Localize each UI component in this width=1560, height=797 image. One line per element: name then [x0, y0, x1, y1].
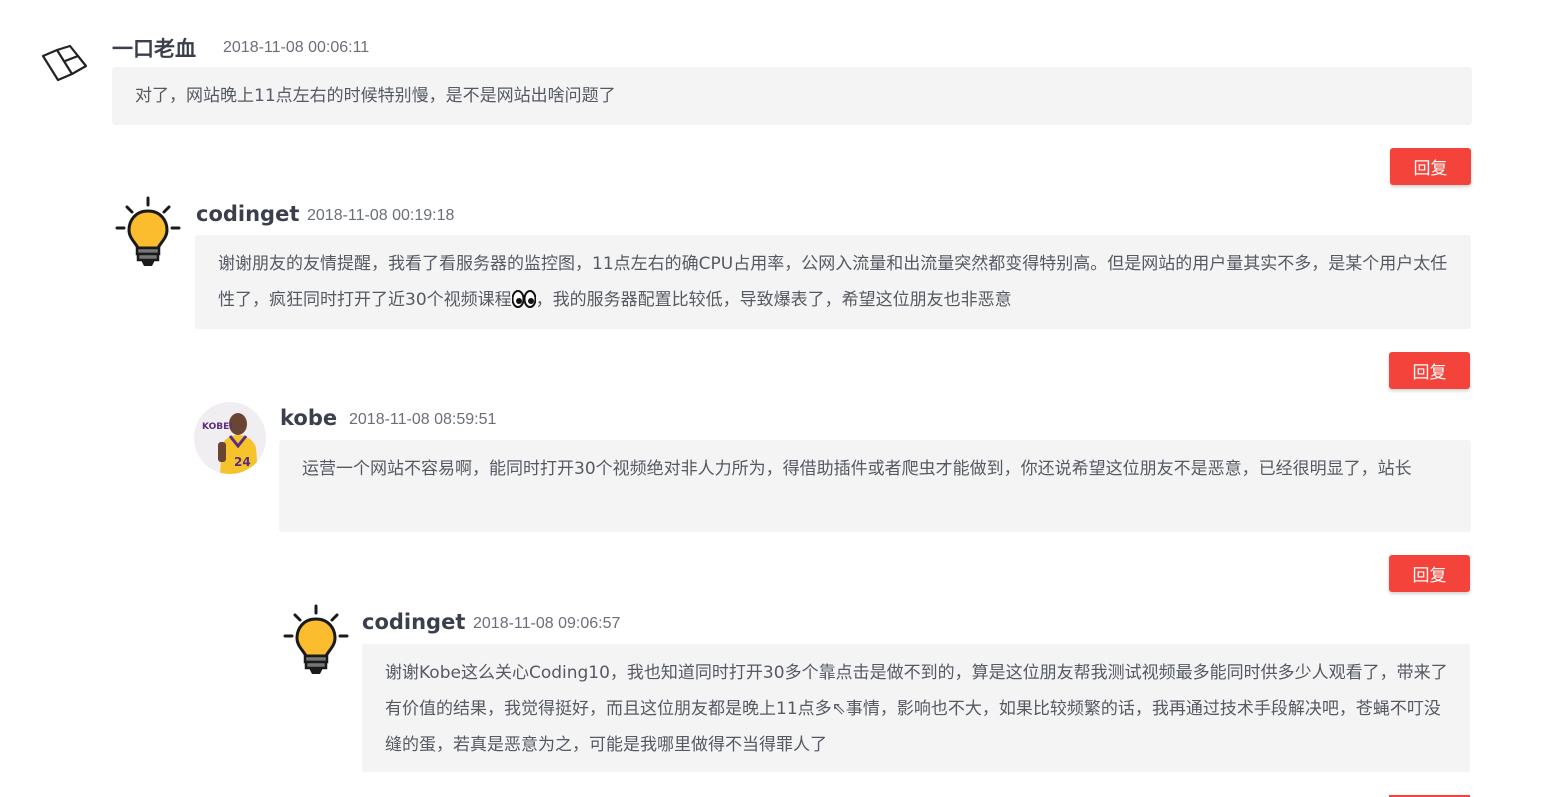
- reply-button[interactable]: 回复: [1389, 555, 1470, 592]
- jersey-number: 24: [234, 455, 251, 469]
- avatar-laravel-logo-icon[interactable]: [40, 44, 90, 84]
- laravel-logo-icon: [41, 44, 88, 82]
- comment-text: 运营一个网站不容易啊，能同时打开30个视频绝对非人力所为，得借助插件或者爬虫才能…: [302, 459, 1412, 479]
- avatar-kobe[interactable]: 24 KOBE!: [194, 402, 266, 474]
- comment-timestamp: 2018-11-08 08:59:51: [349, 411, 497, 428]
- comment-body: 谢谢朋友的友情提醒，我看了看服务器的监控图，11点左右的确CPU占用率，公网入流…: [195, 235, 1471, 329]
- lightbulb-icon: [283, 604, 349, 674]
- comment-body: 运营一个网站不容易啊，能同时打开30个视频绝对非人力所为，得借助插件或者爬虫才能…: [279, 440, 1471, 532]
- comment-author[interactable]: codinget: [362, 610, 465, 634]
- comment-text: 谢谢Kobe这么关心Coding10，我也知道同时打开30多个靠点击是做不到的，…: [385, 663, 1448, 755]
- eyes-emoji-icon: [511, 285, 537, 321]
- avatar-lightbulb[interactable]: [114, 196, 182, 270]
- comment-author[interactable]: 一口老血: [112, 33, 196, 63]
- avatar-caption: KOBE!: [202, 422, 233, 432]
- comment-timestamp: 2018-11-08 00:06:11: [223, 39, 370, 56]
- comment-body: 谢谢Kobe这么关心Coding10，我也知道同时打开30多个靠点击是做不到的，…: [362, 644, 1470, 772]
- comment-author[interactable]: codinget: [196, 202, 299, 226]
- reply-button[interactable]: 回复: [1389, 352, 1470, 389]
- comment-text: 对了，网站晚上11点左右的时候特别慢，是不是网站出啥问题了: [135, 86, 616, 106]
- avatar-lightbulb[interactable]: [282, 604, 350, 678]
- comment-body: 对了，网站晚上11点左右的时候特别慢，是不是网站出啥问题了: [112, 67, 1472, 125]
- comment-text-continued: ，我的服务器配置比较低，导致爆表了，希望这位朋友也非恶意: [535, 290, 1012, 310]
- comment-timestamp: 2018-11-08 00:19:18: [307, 207, 455, 224]
- comment-author[interactable]: kobe: [280, 406, 337, 430]
- kobe-avatar: 24 KOBE!: [194, 402, 266, 474]
- reply-button[interactable]: 回复: [1390, 148, 1471, 185]
- lightbulb-icon: [115, 196, 181, 266]
- comment-timestamp: 2018-11-08 09:06:57: [473, 615, 621, 632]
